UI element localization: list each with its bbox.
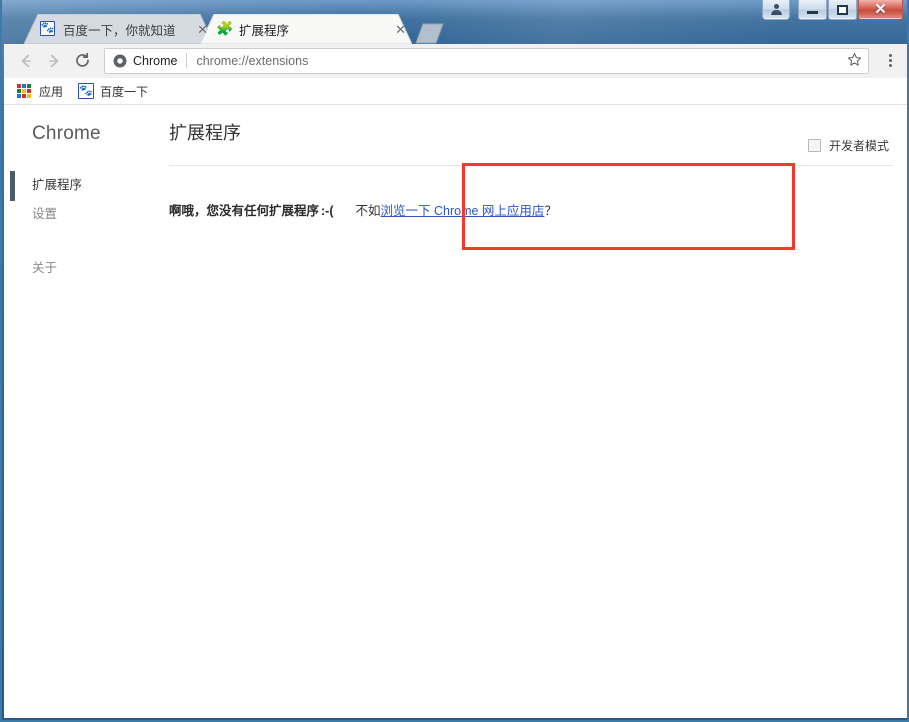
bookmark-star-icon[interactable]: [841, 52, 862, 69]
tab-extensions[interactable]: 🧩 扩展程序 ✕: [200, 14, 412, 44]
extensions-content: 扩展程序 开发者模式 啊哦，您没有任何扩展程序 :-( 不如浏览一下 Chrom…: [159, 105, 907, 718]
empty-state-message: 啊哦，您没有任何扩展程序: [169, 204, 320, 218]
minimize-button[interactable]: [798, 0, 827, 20]
sidebar-item-label: 关于: [32, 261, 58, 275]
reload-icon: [75, 52, 89, 67]
close-button[interactable]: ✕: [858, 0, 903, 20]
extensions-page: Chrome 扩展程序 设置 关于 扩展程序 开发者模式 啊哦，您没有任何扩展程…: [4, 105, 907, 718]
new-tab-button[interactable]: [410, 22, 444, 44]
user-account-button[interactable]: [762, 0, 790, 20]
chrome-logo-icon: [113, 54, 127, 68]
settings-sidebar: Chrome 扩展程序 设置 关于: [4, 105, 159, 718]
user-icon: [770, 4, 783, 15]
back-button[interactable]: [12, 47, 40, 75]
omnibox-separator: [186, 53, 188, 68]
minimize-icon: [807, 10, 818, 14]
webstore-link[interactable]: 浏览一下 Chrome 网上应用店: [381, 204, 545, 218]
sidebar-title: Chrome: [32, 123, 101, 144]
maximize-button[interactable]: [828, 0, 857, 20]
forward-button[interactable]: [40, 47, 68, 75]
apps-grid-icon: [17, 83, 33, 99]
bookmark-apps[interactable]: 应用: [13, 81, 70, 102]
reload-button[interactable]: [68, 47, 96, 75]
bookmarks-bar: 应用 🐾 百度一下: [4, 78, 907, 105]
tab-close-icon[interactable]: ✕: [381, 23, 406, 36]
bookmark-label: 应用: [39, 84, 64, 99]
maximize-icon: [837, 4, 848, 15]
baidu-favicon: 🐾: [40, 21, 55, 36]
security-label: Chrome: [133, 53, 178, 68]
address-bar[interactable]: Chrome chrome://extensions: [104, 47, 869, 74]
menu-dot: [888, 64, 892, 67]
sidebar-item-about[interactable]: 关于: [4, 254, 159, 283]
developer-mode-checkbox[interactable]: [807, 139, 821, 152]
puzzle-icon: 🧩: [216, 20, 234, 36]
menu-dot: [888, 59, 892, 62]
window-controls: ✕: [761, 0, 903, 20]
url-text[interactable]: chrome://extensions: [196, 54, 841, 68]
baidu-favicon: 🐾: [78, 83, 95, 99]
sidebar-item-label: 扩展程序: [32, 178, 83, 192]
sidebar-item-extensions[interactable]: 扩展程序: [4, 171, 159, 201]
tab-title: 百度一下，你就知道: [63, 23, 176, 38]
tab-title: 扩展程序: [239, 23, 290, 38]
bookmark-label: 百度一下: [100, 84, 149, 99]
chrome-menu-button[interactable]: [879, 47, 901, 75]
browser-window: 🐾 百度一下，你就知道 ✕ 🧩 扩展程序 ✕ ✕ Chrome chrome:/…: [0, 0, 909, 722]
browser-toolbar: Chrome chrome://extensions: [4, 44, 907, 78]
content-header: 扩展程序 开发者模式: [159, 121, 907, 154]
empty-state-emoticon: :-(: [321, 204, 334, 218]
sidebar-item-settings[interactable]: 设置: [4, 200, 159, 229]
suggestion-suffix: ？: [544, 204, 557, 218]
menu-dot: [888, 54, 892, 57]
bookmark-baidu[interactable]: 🐾 百度一下: [74, 81, 155, 102]
tab-baidu[interactable]: 🐾 百度一下，你就知道 ✕: [24, 14, 214, 44]
webstore-suggestion: 不如浏览一下 Chrome 网上应用店？: [356, 200, 557, 219]
developer-mode-label: 开发者模式: [828, 139, 889, 153]
forward-arrow-icon: [49, 54, 59, 67]
back-arrow-icon: [21, 54, 31, 67]
developer-mode-toggle[interactable]: 开发者模式: [807, 137, 889, 154]
empty-state: 啊哦，您没有任何扩展程序 :-( 不如浏览一下 Chrome 网上应用店？: [159, 166, 907, 219]
page-title: 扩展程序: [169, 123, 241, 143]
close-icon: ✕: [874, 1, 887, 18]
sidebar-item-label: 设置: [32, 207, 58, 221]
suggestion-prefix: 不如: [355, 204, 381, 218]
